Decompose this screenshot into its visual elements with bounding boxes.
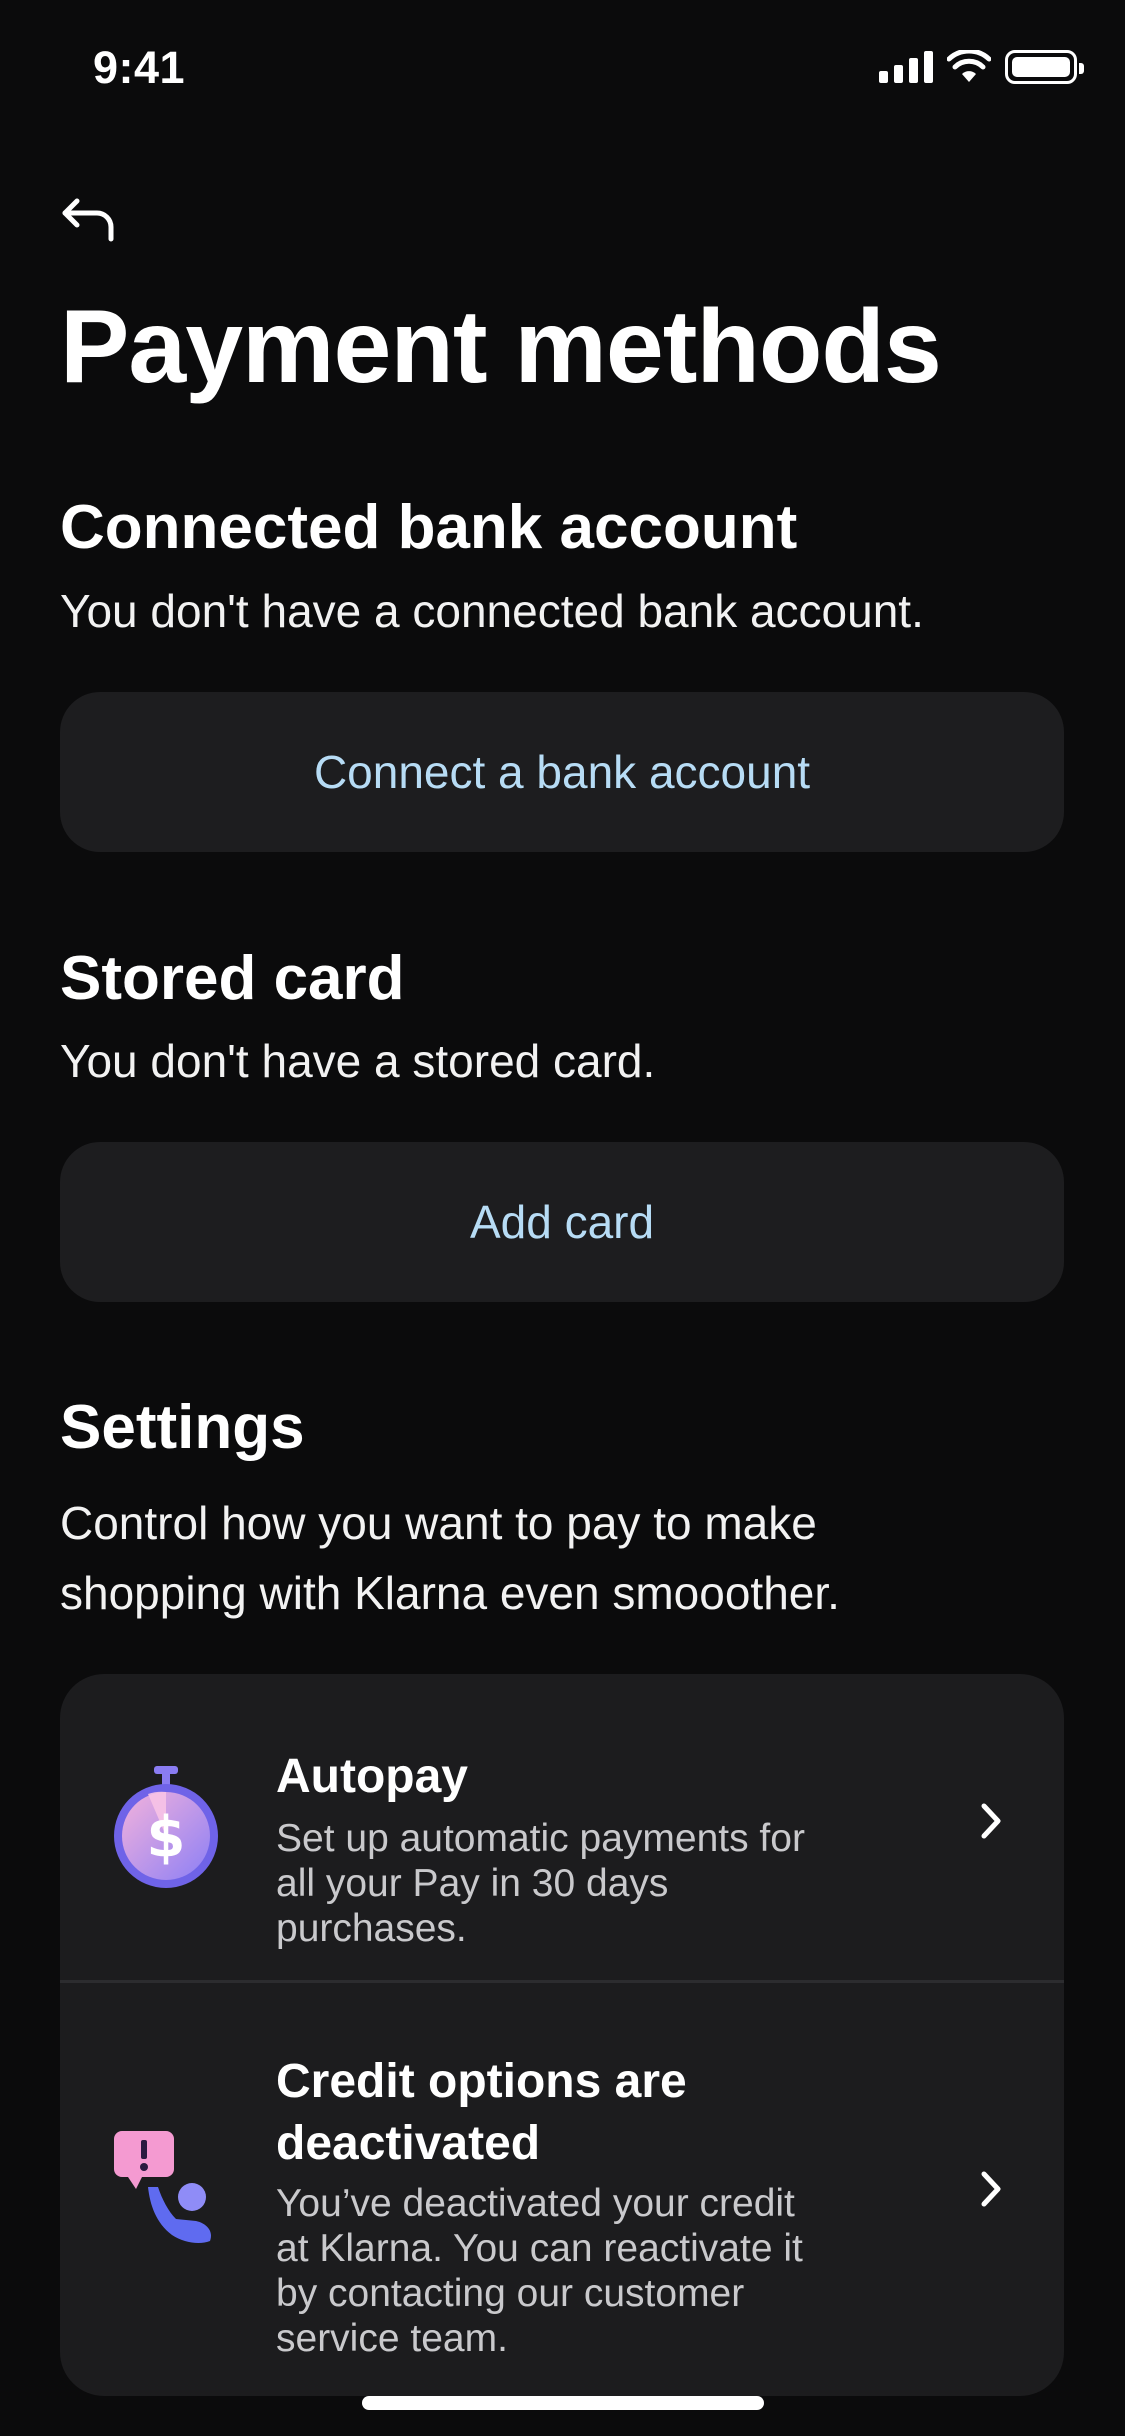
connect-bank-account-button[interactable]: Connect a bank account bbox=[60, 692, 1064, 852]
credit-options-title-line-2: deactivated bbox=[276, 2117, 541, 2170]
wifi-icon bbox=[947, 50, 991, 82]
credit-options-desc-line-3: by contacting our customer bbox=[276, 2272, 745, 2315]
connect-bank-account-label: Connect a bank account bbox=[313, 746, 811, 798]
settings-card: $ Autopay Set up automatic payments for … bbox=[60, 1674, 1064, 2396]
credit-options-desc-line-1: You’ve deactivated your credit bbox=[276, 2182, 795, 2225]
autopay-desc-line-2: all your Pay in 30 days bbox=[276, 1862, 669, 1905]
payment-methods-screen: 9:41 Payment methods Connected bank acco… bbox=[0, 0, 1125, 2436]
card-section-title: Stored card bbox=[60, 944, 405, 1013]
status-time: 9:41 bbox=[93, 42, 186, 93]
svg-text:$: $ bbox=[147, 1805, 186, 1870]
credit-options-row[interactable]: Credit options are deactivated You’ve de… bbox=[60, 1983, 1064, 2396]
status-icons bbox=[879, 50, 1084, 84]
home-indicator bbox=[362, 2396, 764, 2410]
credit-alert-person-icon bbox=[114, 2131, 224, 2260]
autopay-stopwatch-dollar-icon: $ bbox=[108, 1764, 228, 1899]
bank-section-description: You don't have a connected bank account. bbox=[60, 585, 924, 637]
bank-section-title: Connected bank account bbox=[60, 493, 798, 562]
autopay-desc-line-1: Set up automatic payments for bbox=[276, 1817, 805, 1860]
battery-icon bbox=[1005, 50, 1084, 84]
chevron-right-icon bbox=[981, 1803, 1001, 1839]
credit-options-title-line-1: Credit options are bbox=[276, 2055, 687, 2108]
add-card-label: Add card bbox=[469, 1196, 655, 1248]
credit-options-desc-line-4: service team. bbox=[276, 2317, 508, 2360]
settings-section-title: Settings bbox=[60, 1393, 305, 1462]
settings-description-line-2: shopping with Klarna even smooother. bbox=[60, 1567, 840, 1619]
cellular-signal-icon bbox=[879, 51, 933, 83]
autopay-desc-line-3: purchases. bbox=[276, 1907, 467, 1950]
back-button[interactable] bbox=[54, 190, 124, 250]
status-bar: 9:41 bbox=[0, 0, 1125, 140]
add-card-button[interactable]: Add card bbox=[60, 1142, 1064, 1302]
page-title: Payment methods bbox=[60, 289, 942, 405]
autopay-row[interactable]: $ Autopay Set up automatic payments for … bbox=[60, 1674, 1064, 1980]
credit-options-desc-line-2: at Klarna. You can reactivate it bbox=[276, 2227, 803, 2270]
autopay-title: Autopay bbox=[276, 1750, 468, 1803]
chevron-right-icon bbox=[981, 2171, 1001, 2207]
card-section-description: You don't have a stored card. bbox=[60, 1035, 656, 1087]
back-arrow-icon bbox=[62, 198, 114, 242]
settings-description-line-1: Control how you want to pay to make bbox=[60, 1497, 817, 1549]
